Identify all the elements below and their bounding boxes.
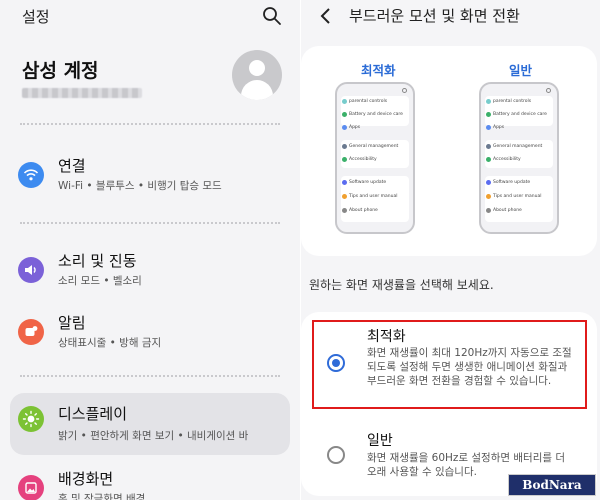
volume-icon bbox=[18, 257, 44, 283]
settings-title: 설정 bbox=[22, 8, 50, 26]
preview-card: 최적화 일반 parental controls Battery and dev… bbox=[301, 46, 597, 256]
menu-title: 소리 및 진동 bbox=[58, 252, 137, 270]
phone-row: Battery and device care bbox=[349, 112, 403, 117]
highlight-annotation-box bbox=[312, 320, 587, 409]
phone-row: Software update bbox=[493, 180, 531, 185]
option-title-normal[interactable]: 일반 bbox=[367, 430, 393, 450]
wifi-icon bbox=[18, 162, 44, 188]
menu-item-wallpaper[interactable]: 배경화면 홈 및 잠금화면 배경 bbox=[10, 466, 290, 500]
phone-row: Battery and device care bbox=[493, 112, 547, 117]
menu-subtitle: 소리 모드 • 벨소리 bbox=[58, 275, 142, 287]
menu-title: 알림 bbox=[58, 314, 86, 332]
phone-row: Tips and user manual bbox=[493, 194, 542, 199]
phone-row: Apps bbox=[349, 125, 361, 130]
menu-title: 배경화면 bbox=[58, 470, 114, 488]
phone-row: Accessibility bbox=[349, 157, 377, 162]
phone-row: Tips and user manual bbox=[349, 194, 398, 199]
motion-settings-panel: 부드러운 모션 및 화면 전환 최적화 일반 parental controls… bbox=[301, 0, 600, 500]
search-icon[interactable] bbox=[262, 6, 282, 26]
wallpaper-icon bbox=[18, 475, 44, 500]
phone-row: About phone bbox=[349, 208, 378, 213]
settings-panel: 설정 삼성 계정 연결 Wi-Fi • 블루투스 • 비행기 탑승 모드 소리 … bbox=[0, 0, 300, 500]
menu-item-notifications[interactable]: 알림 상태표시줄 • 방해 금지 bbox=[10, 310, 290, 362]
phone-row: Software update bbox=[349, 180, 387, 185]
phone-row: Accessibility bbox=[493, 157, 521, 162]
menu-subtitle: Wi-Fi • 블루투스 • 비행기 탑승 모드 bbox=[58, 180, 222, 192]
brightness-icon bbox=[18, 406, 44, 432]
divider bbox=[20, 222, 280, 224]
menu-item-connections[interactable]: 연결 Wi-Fi • 블루투스 • 비행기 탑승 모드 bbox=[10, 153, 290, 205]
preview-label-optimized: 최적화 bbox=[361, 63, 396, 78]
phone-row: parental controls bbox=[493, 99, 532, 104]
radio-normal[interactable] bbox=[327, 446, 345, 464]
phone-preview-optimized: parental controls Battery and device car… bbox=[335, 82, 415, 234]
description-text: 원하는 화면 재생률을 선택해 보세요. bbox=[309, 278, 494, 292]
menu-item-display[interactable]: 디스플레이 밝기 • 편안하게 화면 보기 • 내비게이션 바 bbox=[10, 393, 290, 455]
menu-subtitle: 상태표시줄 • 방해 금지 bbox=[58, 337, 162, 349]
account-email-blurred bbox=[22, 88, 142, 98]
watermark-logo: BodNara bbox=[508, 474, 596, 496]
preview-label-normal: 일반 bbox=[509, 63, 533, 78]
avatar[interactable] bbox=[232, 50, 282, 100]
menu-item-sound[interactable]: 소리 및 진동 소리 모드 • 벨소리 bbox=[10, 248, 290, 300]
account-title[interactable]: 삼성 계정 bbox=[22, 56, 99, 83]
phone-row: Apps bbox=[493, 125, 505, 130]
phone-preview-normal: parental controls Battery and device car… bbox=[479, 82, 559, 234]
phone-row: About phone bbox=[493, 208, 522, 213]
menu-subtitle: 홈 및 잠금화면 배경 bbox=[58, 493, 146, 500]
phone-row: parental controls bbox=[349, 99, 388, 104]
menu-title: 연결 bbox=[58, 157, 86, 175]
menu-subtitle: 밝기 • 편안하게 화면 보기 • 내비게이션 바 bbox=[58, 430, 249, 442]
divider bbox=[20, 123, 280, 125]
notification-icon bbox=[18, 319, 44, 345]
back-arrow-icon[interactable] bbox=[319, 6, 333, 26]
page-title: 부드러운 모션 및 화면 전환 bbox=[349, 7, 520, 25]
phone-row: General management bbox=[349, 144, 399, 149]
menu-title: 디스플레이 bbox=[58, 405, 128, 423]
divider bbox=[20, 375, 280, 377]
phone-row: General management bbox=[493, 144, 543, 149]
